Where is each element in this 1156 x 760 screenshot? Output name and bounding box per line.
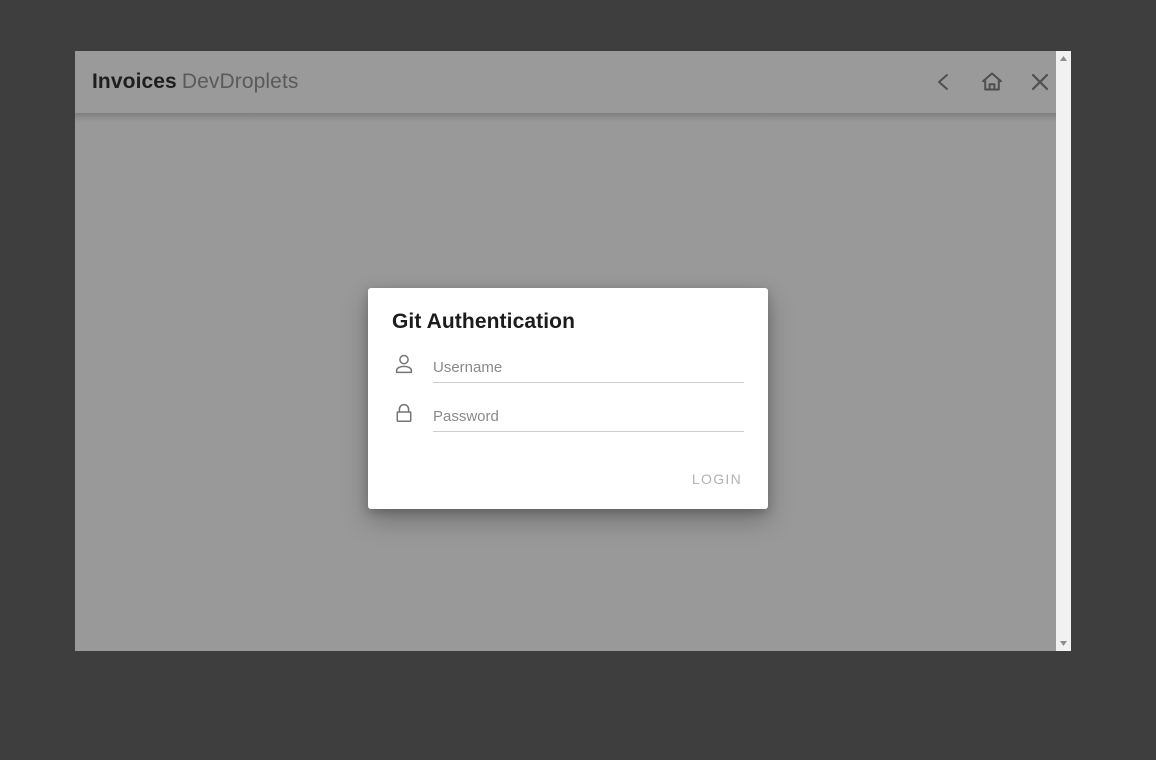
username-input[interactable] [433, 359, 744, 382]
app-name: Invoices [92, 70, 177, 93]
git-authentication-dialog: Git Authentication Username LOGIN [368, 288, 768, 509]
home-icon [979, 69, 1005, 95]
page-canvas: Git Authentication Username LOGIN [75, 113, 1071, 651]
triangle-up-icon [1059, 55, 1068, 62]
titlebar: Invoices DevDroplets [75, 51, 1071, 122]
app-subtitle: DevDroplets [181, 70, 299, 93]
username-field [392, 352, 744, 383]
close-button[interactable] [1023, 65, 1057, 99]
titlebar-actions [927, 65, 1057, 99]
back-button[interactable] [927, 65, 961, 99]
username-input-wrap [433, 359, 744, 383]
login-button[interactable]: LOGIN [690, 465, 744, 493]
scrollbar-thumb[interactable] [1056, 66, 1071, 636]
chevron-left-icon [933, 71, 955, 93]
triangle-down-icon [1059, 640, 1068, 647]
close-icon [1029, 71, 1051, 93]
password-input-wrap [433, 408, 744, 432]
window-title: Invoices DevDroplets [92, 70, 299, 94]
dialog-actions: LOGIN [392, 465, 744, 493]
scrollbar-up-button[interactable] [1056, 51, 1071, 66]
password-input[interactable] [433, 408, 744, 431]
vertical-scrollbar[interactable] [1056, 51, 1071, 651]
lock-icon [392, 401, 416, 425]
dialog-title: Git Authentication [392, 310, 576, 333]
scrollbar-down-button[interactable] [1056, 636, 1071, 651]
app-window: Invoices DevDroplets Git Authentication … [75, 51, 1071, 651]
home-button[interactable] [975, 65, 1009, 99]
person-icon [392, 352, 416, 376]
password-field [392, 401, 744, 432]
